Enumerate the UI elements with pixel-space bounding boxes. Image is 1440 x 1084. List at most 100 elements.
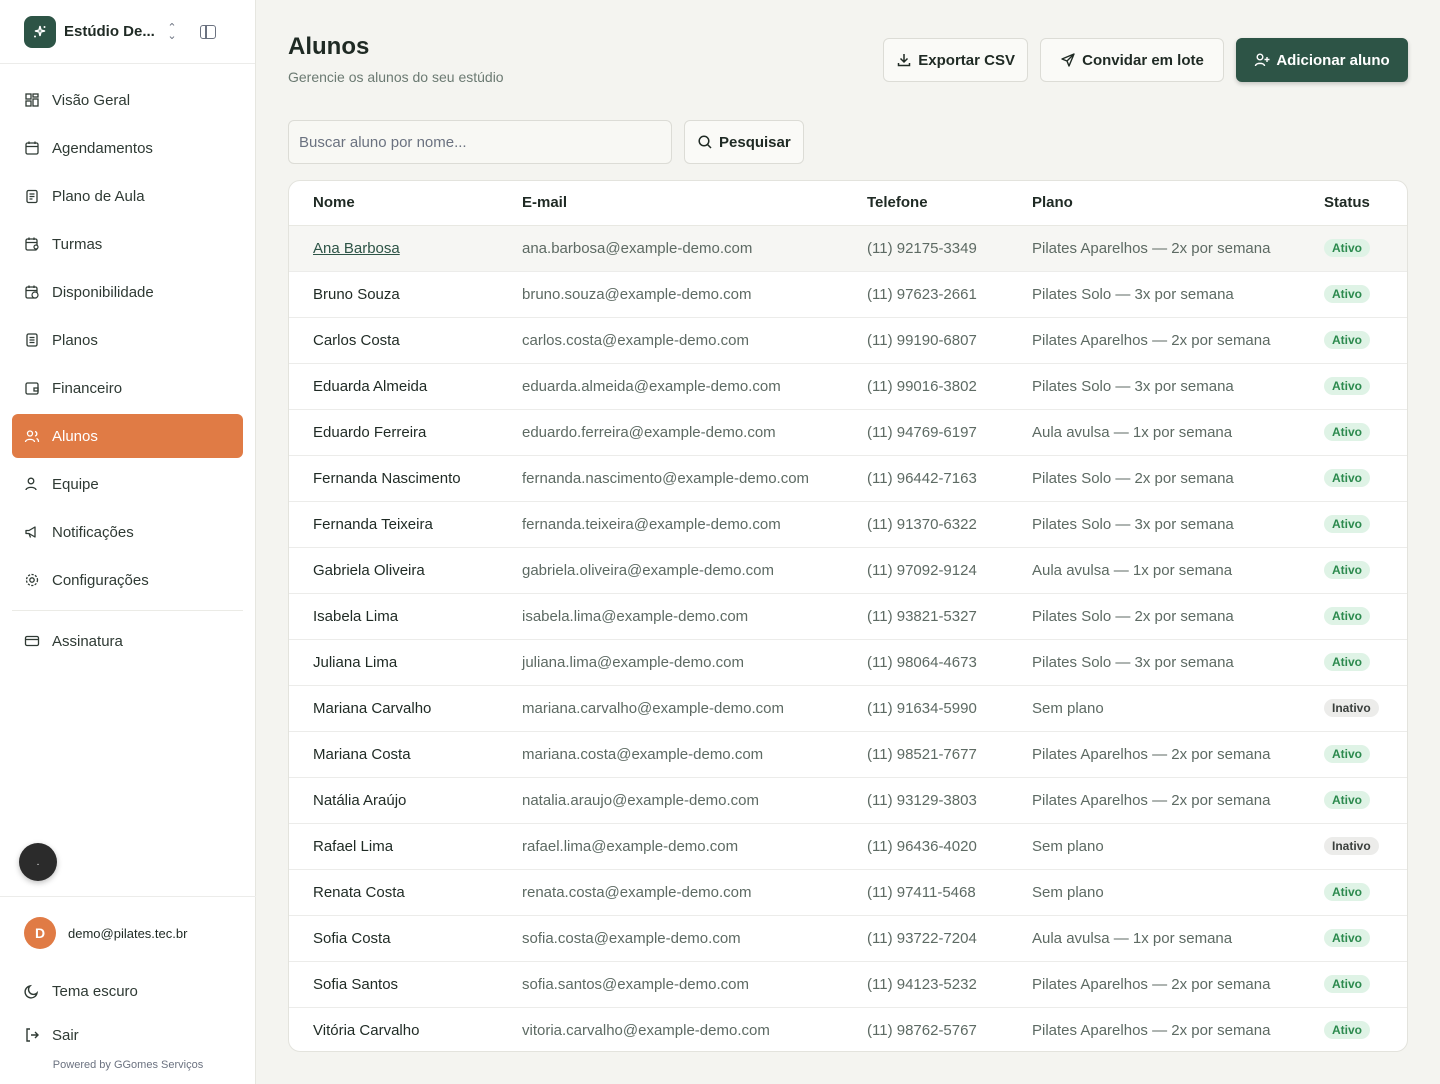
studio-name: Estúdio De...: [64, 23, 155, 40]
student-email-cell: sofia.costa@example-demo.com: [522, 915, 867, 962]
student-phone-cell: (11) 98762-5767: [867, 1021, 977, 1039]
student-email-cell: eduarda.almeida@example-demo.com: [522, 363, 867, 410]
student-plan-cell: Pilates Solo — 3x por semana: [1032, 271, 1324, 318]
student-name-cell: Sofia Santos: [289, 961, 522, 1008]
student-phone-cell: (11) 97092-9124: [867, 547, 1032, 594]
sidebar-item-financeiro[interactable]: Financeiro: [12, 366, 243, 410]
student-name-cell: Juliana Lima: [289, 639, 522, 686]
table-row[interactable]: Bruno Souza bruno.souza@example-demo.com(…: [289, 271, 1407, 318]
student-phone-cell: (11) 91370-6322: [867, 501, 1032, 548]
studio-switcher[interactable]: Estúdio De... ⌃ ⌄: [0, 0, 255, 64]
invite-batch-label: Convidar em lote: [1082, 51, 1204, 69]
dark-mode-label: Tema escuro: [52, 982, 138, 1000]
student-phone-cell: (11) 98064-4673: [867, 639, 1032, 686]
table-row[interactable]: Juliana Lima juliana.lima@example-demo.co…: [289, 639, 1407, 686]
users-icon: [24, 428, 40, 444]
add-student-button[interactable]: Adicionar aluno: [1236, 38, 1408, 82]
column-header-status[interactable]: Status: [1324, 181, 1407, 226]
sidebar-item-assinatura[interactable]: Assinatura: [12, 619, 243, 663]
sidebar-item-equipe[interactable]: Equipe: [12, 462, 243, 506]
table-row[interactable]: Eduardo Ferreira eduardo.ferreira@example…: [289, 409, 1407, 456]
table-row[interactable]: Mariana Carvalho mariana.carvalho@example…: [289, 685, 1407, 732]
student-plan-cell: Pilates Aparelhos — 2x por semana: [1032, 317, 1324, 364]
student-name-cell: Isabela Lima: [289, 593, 522, 640]
calendar-clock-icon: [24, 284, 40, 300]
student-name-cell: Gabriela Oliveira: [289, 547, 522, 594]
table-row[interactable]: Fernanda Teixeira fernanda.teixeira@examp…: [289, 501, 1407, 548]
sidebar-item-turmas[interactable]: Turmas: [12, 222, 243, 266]
table-row[interactable]: Sofia Costa sofia.costa@example-demo.com(…: [289, 915, 1407, 962]
student-email-cell: eduardo.ferreira@example-demo.com: [522, 409, 867, 456]
sidebar-item-planos[interactable]: Planos: [12, 318, 243, 362]
header-actions: Exportar CSV Convidar em lote Adicionar …: [883, 38, 1408, 82]
table-row[interactable]: Mariana Costa mariana.costa@example-demo.…: [289, 731, 1407, 778]
student-plan-cell: Aula avulsa — 1x por semana: [1032, 915, 1324, 962]
table-row[interactable]: Ana Barbosa ana.barbosa@example-demo.com(…: [289, 225, 1407, 272]
invite-batch-button[interactable]: Convidar em lote: [1040, 38, 1224, 82]
column-header-email[interactable]: E-mail: [522, 181, 867, 226]
table-row[interactable]: Eduarda Almeida eduarda.almeida@example-d…: [289, 363, 1407, 410]
status-badge: Ativo: [1324, 653, 1370, 671]
student-plan-cell: Pilates Aparelhos — 2x por semana: [1032, 225, 1324, 272]
logout-label: Sair: [52, 1026, 79, 1044]
student-email-cell: renata.costa@example-demo.com: [522, 869, 867, 916]
student-email-cell: fernanda.teixeira@example-demo.com: [522, 501, 867, 548]
sidebar-item-visao-geral[interactable]: Visão Geral: [12, 78, 243, 122]
student-name-cell: Fernanda Nascimento: [289, 455, 522, 502]
sidebar-item-label: Assinatura: [52, 632, 123, 650]
user-menu[interactable]: D demo@pilates.tec.br: [0, 897, 256, 969]
column-header-name[interactable]: Nome: [289, 181, 522, 226]
export-csv-button[interactable]: Exportar CSV: [883, 38, 1028, 82]
search-button[interactable]: Pesquisar: [684, 120, 804, 164]
student-name-cell: Natália Araújo: [289, 777, 522, 824]
student-plan-cell: Pilates Solo — 3x por semana: [1032, 501, 1324, 548]
table-row[interactable]: Vitória Carvalho vitoria.carvalho@example…: [289, 1007, 1407, 1051]
student-status-cell: Ativo: [1324, 363, 1407, 410]
student-plan-cell: Pilates Aparelhos — 2x por semana: [1032, 961, 1324, 1008]
sidebar-item-label: Notificações: [52, 523, 134, 541]
send-icon: [1060, 52, 1076, 68]
table-row[interactable]: Renata Costa renata.costa@example-demo.co…: [289, 869, 1407, 916]
add-student-label: Adicionar aluno: [1276, 51, 1390, 69]
column-header-phone[interactable]: Telefone: [867, 181, 1032, 226]
clipboard-icon: [24, 188, 40, 204]
student-email-cell: vitoria.carvalho@example-demo.com: [522, 1021, 770, 1039]
status-badge: Ativo: [1324, 1021, 1370, 1040]
sidebar-item-disponibilidade[interactable]: Disponibilidade: [12, 270, 243, 314]
sidebar-item-label: Disponibilidade: [52, 283, 154, 301]
table-row[interactable]: Rafael Lima rafael.lima@example-demo.com(…: [289, 823, 1407, 870]
sidebar-item-notificacoes[interactable]: Notificações: [12, 510, 243, 554]
sidebar-item-label: Financeiro: [52, 379, 123, 397]
sidebar-item-agendamentos[interactable]: Agendamentos: [12, 126, 243, 170]
download-icon: [896, 52, 912, 68]
student-name-link[interactable]: Ana Barbosa: [313, 240, 400, 257]
floating-dot-button[interactable]: .: [19, 843, 57, 881]
table-row[interactable]: Isabela Lima isabela.lima@example-demo.co…: [289, 593, 1407, 640]
search-input[interactable]: [288, 120, 672, 164]
table-row[interactable]: Natália Araújo natalia.araujo@example-dem…: [289, 777, 1407, 824]
table-row[interactable]: Carlos Costa carlos.costa@example-demo.co…: [289, 317, 1407, 364]
logout-button[interactable]: Sair: [0, 1013, 256, 1057]
sidebar-item-alunos[interactable]: Alunos: [12, 414, 243, 458]
student-plan-cell: Pilates Aparelhos — 2x por semana: [1032, 1021, 1271, 1039]
collapse-sidebar-icon[interactable]: [200, 24, 216, 39]
students-table: Nome E-mail Telefone Plano Status Ana Ba…: [288, 180, 1408, 1052]
student-plan-cell: Pilates Solo — 3x por semana: [1032, 363, 1324, 410]
status-badge: Inativo: [1324, 837, 1379, 855]
table-row[interactable]: Sofia Santos sofia.santos@example-demo.co…: [289, 961, 1407, 1008]
sidebar-item-label: Agendamentos: [52, 139, 153, 157]
student-phone-cell: (11) 91634-5990: [867, 685, 1032, 732]
dark-mode-toggle[interactable]: Tema escuro: [0, 969, 256, 1013]
table-row[interactable]: Gabriela Oliveira gabriela.oliveira@examp…: [289, 547, 1407, 594]
student-phone-cell: (11) 99016-3802: [867, 363, 1032, 410]
sidebar-item-label: Equipe: [52, 475, 99, 493]
table-row[interactable]: Fernanda Nascimento fernanda.nascimento@e…: [289, 455, 1407, 502]
student-email-cell: gabriela.oliveira@example-demo.com: [522, 547, 867, 594]
sidebar-item-configuracoes[interactable]: Configurações: [12, 558, 243, 602]
student-phone-cell: (11) 96436-4020: [867, 823, 1032, 870]
student-status-cell: Ativo: [1324, 915, 1407, 962]
sidebar-item-plano-de-aula[interactable]: Plano de Aula: [12, 174, 243, 218]
moon-icon: [24, 983, 40, 999]
studio-logo-icon: [24, 15, 56, 48]
column-header-plan[interactable]: Plano: [1032, 181, 1324, 226]
